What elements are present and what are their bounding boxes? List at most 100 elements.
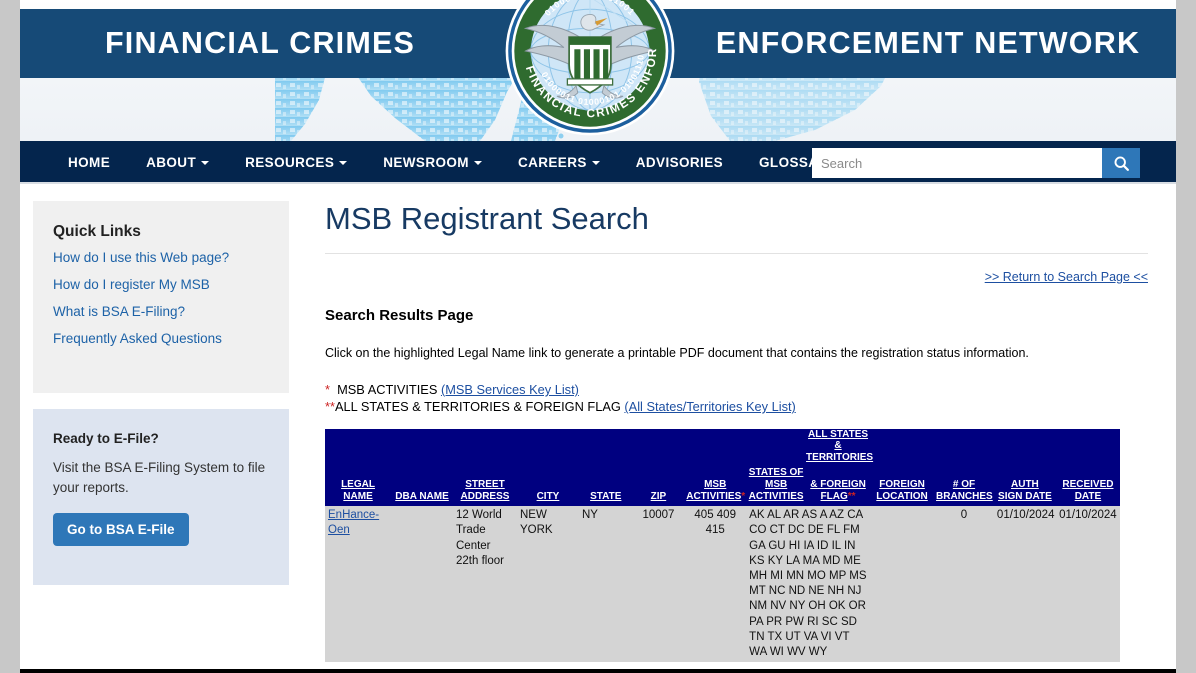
nav-label: CAREERS [517,155,587,170]
msb-services-key-list-link[interactable]: (MSB Services Key List) [441,382,579,397]
nav-item-newsroom[interactable]: NEWSROOM [365,141,500,184]
th-line[interactable]: & FOREIGN [810,479,866,490]
nav-item-careers[interactable]: CAREERS [500,141,618,184]
chevron-down-icon [591,161,600,166]
th-msb-activities: MSB ACTIVITIES* [684,463,747,507]
cell-foreign-location [870,506,935,663]
th-line[interactable]: FLAG [821,491,848,502]
th-line[interactable]: LOCATION [876,491,927,502]
table-body: EnHance-Oen 12 World Trade Center 22th f… [325,506,1120,663]
th-line[interactable]: LEGAL NAME [341,479,375,502]
chevron-down-icon [473,161,482,166]
th-line[interactable]: STATE [590,491,621,502]
search-button[interactable] [1102,148,1140,178]
single-star: * [741,490,746,502]
th-line[interactable]: ZIP [651,491,667,502]
results-heading: Search Results Page [325,307,474,324]
cell-city: NEW YORK [517,506,579,663]
th-line[interactable]: AUTH [1011,479,1039,490]
sidebar-link-how-do-i-register[interactable]: How do I register My MSB [53,277,269,292]
th-line[interactable]: CITY [537,491,560,502]
th-line[interactable]: STATES OF [749,467,804,478]
th-line[interactable]: ALL STATES [808,429,868,440]
efile-card: Ready to E-File? Visit the BSA E-Filing … [33,409,289,585]
fincen-seal-icon: FINANCIAL CRIMES ENFORCEMENT NETWORK 010… [503,0,675,136]
th-city: CITY [517,463,579,507]
nav-label: HOME [68,155,111,170]
key-legend: * MSB ACTIVITIES (MSB Services Key List)… [325,381,1148,416]
nav-item-home[interactable]: HOME [50,141,128,184]
cell-state: NY [578,506,633,663]
table-header-row: LEGAL NAME DBA NAME STREET ADDRESS CITY S… [325,463,1120,507]
cell-zip: 10007 [632,506,685,663]
nav-item-resources[interactable]: RESOURCES [227,141,365,184]
th-line[interactable]: ADDRESS [461,491,510,502]
all-states-header-top: ALL STATES & TERRITORIES [806,428,873,464]
cell-auth-sign-date: 01/10/2024 [993,506,1056,663]
double-star: ** [325,399,335,415]
key-label-1: MSB ACTIVITIES [337,382,438,397]
return-to-search-page-link[interactable]: >> Return to Search Page << [985,270,1148,284]
th-dba-name: DBA NAME [391,463,453,507]
search-input[interactable] [812,148,1102,178]
th-line[interactable]: DBA NAME [395,491,449,502]
quick-links-title: Quick Links [53,223,141,240]
sidebar-link-what-is-bsa-efiling[interactable]: What is BSA E-Filing? [53,304,269,319]
th-auth-sign-date: AUTH SIGN DATE [993,463,1056,507]
search-icon [1114,156,1129,171]
results-description: Click on the highlighted Legal Name link… [325,346,1029,360]
nav-label: ADVISORIES [635,155,724,170]
site-search [812,148,1140,178]
efile-description: Visit the BSA E-Filing System to file yo… [53,460,266,495]
th-line[interactable]: TERRITORIES [806,452,873,463]
sidebar-link-how-do-i-use[interactable]: How do I use this Web page? [53,250,269,265]
all-states-key-list-link[interactable]: (All States/Territories Key List) [624,399,795,414]
search-results-table: ALL STATES & TERRITORIES LEGAL NAME DBA … [325,428,1120,663]
cell-num-branches: 0 [934,506,994,663]
cell-msb-activities: 405 409 415 [684,506,747,663]
banner-title-right: ENFORCEMENT NETWORK [715,26,1141,60]
sidebar: Quick Links How do I use this Web page? … [20,201,305,671]
th-num-branches: # OF BRANCHES [934,463,994,507]
page-root: FINANCIAL CRIMES ENFORCEMENT NETWORK FIN… [20,0,1176,673]
th-states-of-msb-activities: STATES OF MSB ACTIVITIES [746,463,807,507]
th-line[interactable]: & [834,440,841,451]
th-line[interactable]: RECEIVED [1062,479,1113,490]
th-line[interactable]: MSB [765,479,787,490]
th-line[interactable]: STREET [465,479,504,490]
cell-legal-name: EnHance-Oen [325,506,392,663]
nav-label: RESOURCES [245,155,335,170]
th-line[interactable]: BRANCHES [936,491,993,502]
bottom-rule [20,669,1176,673]
th-street-address: STREET ADDRESS [453,463,517,507]
return-row: >> Return to Search Page << [325,268,1148,286]
th-received-date: RECEIVED DATE [1055,463,1120,507]
th-legal-name: LEGAL NAME [325,463,392,507]
th-line[interactable]: MSB [704,479,726,490]
go-to-bsa-efile-button[interactable]: Go to BSA E-File [53,513,189,547]
sidebar-link-faq[interactable]: Frequently Asked Questions [53,331,269,346]
nav-item-advisories[interactable]: ADVISORIES [618,141,741,184]
quick-links-card: Quick Links How do I use this Web page? … [33,201,289,393]
nav-item-about[interactable]: ABOUT [128,141,227,184]
spacer-cell [325,428,807,464]
th-line[interactable]: SIGN DATE [998,491,1052,502]
th-line[interactable]: ACTIVITIES [749,491,804,502]
th-line[interactable]: DATE [1075,491,1101,502]
th-line[interactable]: ACTIVITIES [686,491,741,502]
th-line[interactable]: # OF [953,479,975,490]
main-content: MSB Registrant Search >> Return to Searc… [305,201,1176,671]
page-title: MSB Registrant Search [325,201,1148,254]
th-all-states-territories-foreign-flag: & FOREIGN FLAG** [806,463,871,507]
spacer-cell [870,428,1120,464]
key-label-2: ALL STATES & TERRITORIES & FOREIGN FLAG [334,399,621,415]
table-row: EnHance-Oen 12 World Trade Center 22th f… [325,506,1120,663]
cell-dba-name [391,506,453,663]
table-head: ALL STATES & TERRITORIES LEGAL NAME DBA … [325,428,1120,507]
single-star: * [325,382,330,397]
legal-name-link[interactable]: EnHance-Oen [328,509,379,536]
nav-label: ABOUT [146,155,197,170]
th-line[interactable]: FOREIGN [879,479,925,490]
th-foreign-location: FOREIGN LOCATION [870,463,935,507]
chevron-down-icon [339,161,348,166]
